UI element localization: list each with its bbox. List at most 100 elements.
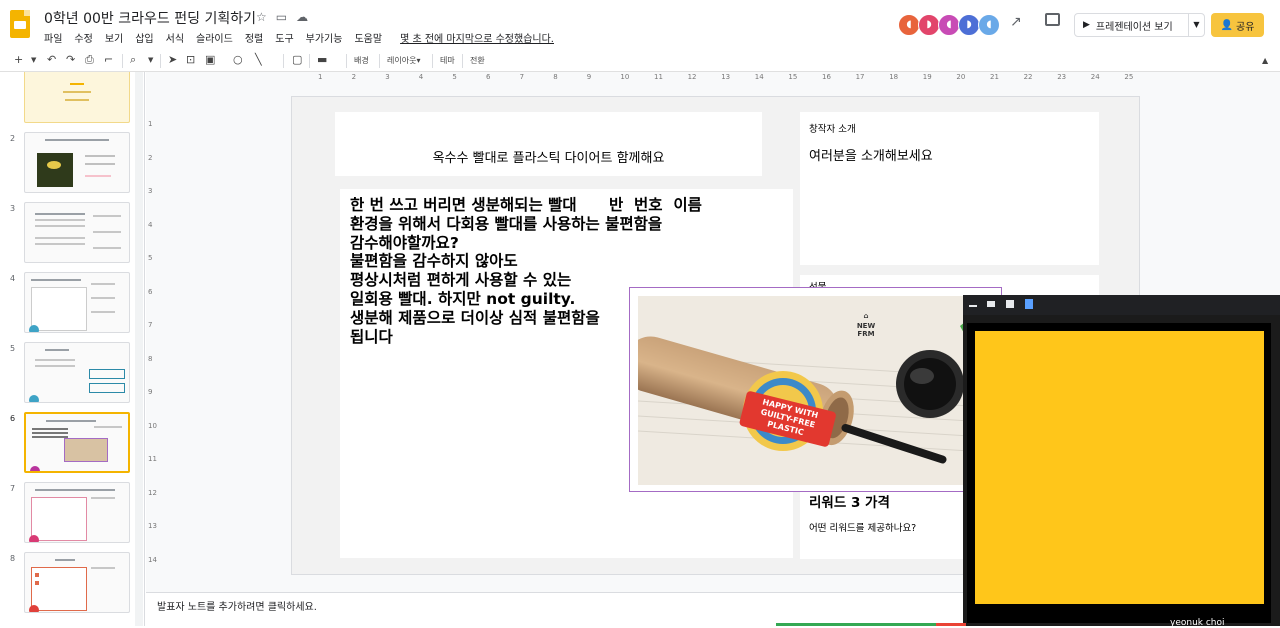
ruler-tick: 1 xyxy=(148,120,153,128)
slide-thumbnail[interactable]: 7 xyxy=(0,482,144,546)
slide-preview xyxy=(24,272,130,333)
activity-dashboard-icon[interactable]: ↗ xyxy=(1010,14,1022,30)
print-icon[interactable]: ⎙ xyxy=(85,53,94,67)
slide-preview xyxy=(24,132,130,193)
ruler-tick: 3 xyxy=(148,187,153,195)
slide-preview xyxy=(24,342,130,403)
ruler-tick: 4 xyxy=(148,220,153,229)
title-box[interactable]: 옥수수 빨대로 플라스틱 다이어트 함께해요 xyxy=(335,112,762,176)
menu-edit[interactable]: 수정 xyxy=(74,30,92,45)
slide-thumbnail-selected[interactable]: 6 xyxy=(0,412,144,476)
sidebar-view-icon[interactable] xyxy=(1006,300,1014,308)
ruler-tick: 7 xyxy=(519,73,525,81)
last-edit-link[interactable]: 몇 초 전에 마지막으로 수정했습니다. xyxy=(400,30,554,45)
comments-icon[interactable] xyxy=(1045,13,1060,26)
redo-icon[interactable]: ↷ xyxy=(66,53,75,66)
menu-addons[interactable]: 부가기능 xyxy=(306,30,343,45)
slide-thumbnail[interactable]: 5 xyxy=(0,342,144,406)
avatar[interactable]: ◖ xyxy=(938,14,960,36)
menu-format[interactable]: 서식 xyxy=(166,30,184,45)
slide-number: 7 xyxy=(10,484,16,493)
menu-arrange[interactable]: 정렬 xyxy=(245,30,263,45)
shape-icon[interactable]: ○ xyxy=(233,53,243,66)
avatar[interactable]: ◖ xyxy=(898,14,920,36)
grid-view-icon[interactable] xyxy=(1025,299,1033,309)
star-icon[interactable]: ☆ xyxy=(256,10,276,24)
menu-view[interactable]: 보기 xyxy=(105,30,123,45)
slide-preview xyxy=(24,482,130,543)
ruler-tick: 18 xyxy=(889,73,899,81)
slide-thumbnail[interactable]: 3 xyxy=(0,202,144,266)
slide-preview xyxy=(24,412,130,473)
small-view-icon[interactable] xyxy=(987,301,995,307)
menu-help[interactable]: 도움말 xyxy=(354,30,382,45)
text-box-icon[interactable]: ⊡ xyxy=(186,53,195,66)
straw-photo: HAPPY WITH GUILTY-FREE PLASTIC ⌂ NEW FRM xyxy=(638,296,970,485)
theme-button[interactable]: 테마 xyxy=(440,55,455,66)
new-slide-dropdown-icon[interactable]: ▼ xyxy=(31,56,36,64)
undo-icon[interactable]: ↶ xyxy=(47,53,56,66)
present-dropdown-icon[interactable]: ▼ xyxy=(1188,14,1204,36)
zoom-icon[interactable]: ⌕ xyxy=(130,53,136,67)
image-icon[interactable]: ▣ xyxy=(205,53,215,66)
ruler-tick: 22 xyxy=(1023,73,1033,81)
creator-box[interactable]: 창작자 소개 여러분을 소개해보세요 xyxy=(800,112,1099,265)
slide-thumbnail[interactable]: 4 xyxy=(0,272,144,336)
share-label: 공유 xyxy=(1236,21,1255,33)
slide-thumbnail[interactable]: 2 xyxy=(0,132,144,196)
ruler-tick: 11 xyxy=(148,455,157,463)
ruler-tick: 13 xyxy=(148,522,157,530)
cloud-status-icon[interactable]: ☁ xyxy=(296,10,317,24)
vertical-ruler: 1 2 3 4 5 6 7 8 9 10 11 12 13 14 xyxy=(146,84,158,584)
creator-heading: 여러분을 소개해보세요 xyxy=(809,149,933,164)
background-button[interactable]: 배경 xyxy=(354,55,369,66)
line-icon[interactable]: ╲ xyxy=(255,53,262,66)
select-cursor-icon[interactable]: ➤ xyxy=(168,53,177,66)
move-folder-icon[interactable]: ▭ xyxy=(276,10,296,24)
present-button[interactable]: ▶ 프레젠테이션 보기 ▼ xyxy=(1074,13,1205,37)
toolbar-divider xyxy=(432,54,433,68)
menu-tools[interactable]: 도구 xyxy=(275,30,293,45)
zoom-dropdown-icon[interactable]: ▼ xyxy=(148,56,153,64)
menu-file[interactable]: 파일 xyxy=(44,30,62,45)
minimize-icon[interactable] xyxy=(969,305,977,307)
brand-top: NEW xyxy=(857,322,876,330)
new-slide-icon[interactable]: + xyxy=(14,53,23,66)
collapse-toolbar-icon[interactable]: ▲ xyxy=(1262,56,1268,65)
ruler-tick: 8 xyxy=(148,354,153,363)
transition-button[interactable]: 전환 xyxy=(470,55,485,66)
ruler-tick: 5 xyxy=(148,254,153,262)
ruler-tick: 1 xyxy=(318,73,323,81)
avatar[interactable]: ◗ xyxy=(958,14,980,36)
filmstrip-scrollbar[interactable] xyxy=(135,72,143,626)
ruler-tick: 6 xyxy=(148,287,153,296)
ruler-tick: 21 xyxy=(990,73,999,81)
selected-image[interactable]: HAPPY WITH GUILTY-FREE PLASTIC ⌂ NEW FRM xyxy=(629,287,1002,492)
speaker-notes[interactable]: 발표자 노트를 추가하려면 클릭하세요. xyxy=(146,592,966,626)
slides-logo-icon[interactable] xyxy=(10,10,30,38)
ruler-tick: 14 xyxy=(148,555,157,564)
ruler-tick: 13 xyxy=(721,73,731,81)
avatar[interactable]: ◗ xyxy=(918,14,940,36)
video-call-overlay[interactable] xyxy=(963,295,1280,626)
slide-thumbnail[interactable] xyxy=(0,72,144,126)
slide-preview xyxy=(24,202,130,263)
comment-add-icon[interactable]: ▢ xyxy=(292,53,302,66)
slide-thumbnail[interactable]: 8 xyxy=(0,552,144,616)
paint-format-icon[interactable]: ⌐ xyxy=(104,53,113,66)
menu-slide[interactable]: 슬라이드 xyxy=(196,30,233,45)
ruler-tick: 2 xyxy=(148,153,153,162)
participant-tile[interactable] xyxy=(967,323,1271,623)
border-weight-icon[interactable]: ▬ xyxy=(317,53,327,66)
share-button[interactable]: 👤 공유 xyxy=(1211,13,1264,37)
layout-button[interactable]: 레이아웃▾ xyxy=(387,55,420,66)
avatar[interactable]: ◖ xyxy=(978,14,1000,36)
title-actions: ☆▭☁ xyxy=(256,10,317,24)
menu-insert[interactable]: 삽입 xyxy=(135,30,153,45)
ruler-tick: 9 xyxy=(586,73,592,81)
document-title[interactable]: 0학년 00반 크라우드 펀딩 기획하기 xyxy=(44,8,256,28)
ruler-tick: 25 xyxy=(1124,73,1134,81)
slide-number: 8 xyxy=(10,554,16,563)
straw-illustration: HAPPY WITH GUILTY-FREE PLASTIC ⌂ NEW FRM xyxy=(638,296,970,485)
ruler-tick: 2 xyxy=(351,73,357,81)
